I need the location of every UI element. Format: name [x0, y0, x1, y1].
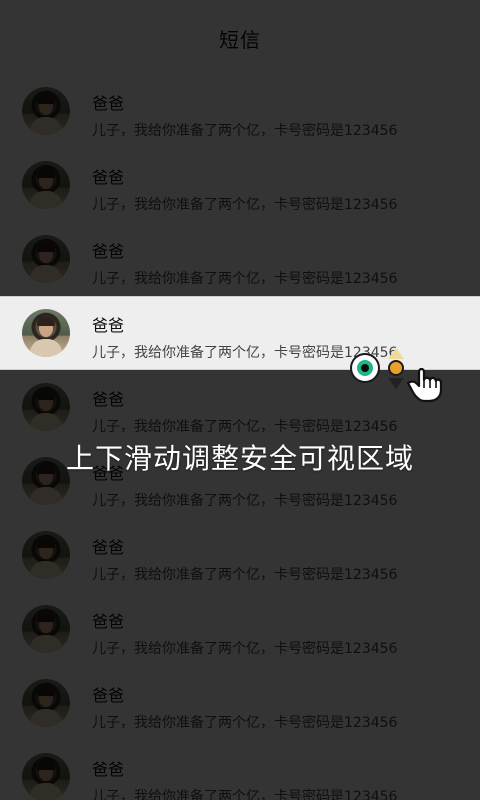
- message-preview: 儿子，我给你准备了两个亿，卡号密码是123456: [92, 789, 398, 800]
- message-preview: 儿子，我给你准备了两个亿，卡号密码是123456: [92, 567, 398, 583]
- sender-name: 爸爸: [92, 686, 125, 705]
- adjust-instruction: 上下滑动调整安全可视区域: [65, 442, 414, 475]
- message-preview: 儿子，我给你准备了两个亿，卡号密码是123456: [92, 493, 398, 509]
- adjust-handle-icon[interactable]: [386, 348, 406, 394]
- page-title: 短信: [219, 27, 261, 52]
- list-item[interactable]: 爸爸 儿子，我给你准备了两个亿，卡号密码是123456: [0, 74, 480, 148]
- message-preview: 儿子，我给你准备了两个亿，卡号密码是123456: [92, 123, 398, 139]
- message-preview: 儿子，我给你准备了两个亿，卡号密码是123456: [92, 641, 398, 657]
- list-item[interactable]: 爸爸 儿子，我给你准备了两个亿，卡号密码是123456: [0, 222, 480, 296]
- list-item[interactable]: 爸爸 儿子，我给你准备了两个亿，卡号密码是123456: [0, 666, 480, 740]
- list-item[interactable]: 爸爸 儿子，我给你准备了两个亿，卡号密码是123456: [0, 296, 480, 370]
- avatar: [22, 531, 70, 579]
- avatar: [22, 161, 70, 209]
- sender-name: 爸爸: [92, 94, 125, 113]
- list-item[interactable]: 爸爸 儿子，我给你准备了两个亿，卡号密码是123456: [0, 592, 480, 666]
- sms-screen: 短信 爸爸 儿子，我给你准备了两个亿，卡号密码是123456 爸爸 儿子，我给你…: [0, 0, 480, 800]
- avatar: [22, 605, 70, 653]
- list-item[interactable]: 爸爸 儿子，我给你准备了两个亿，卡号密码是123456: [0, 740, 480, 800]
- sender-name: 爸爸: [92, 760, 125, 779]
- avatar: [22, 679, 70, 727]
- message-preview: 儿子，我给你准备了两个亿，卡号密码是123456: [92, 197, 398, 213]
- sender-name: 爸爸: [92, 168, 125, 187]
- list-item[interactable]: 爸爸 儿子，我给你准备了两个亿，卡号密码是123456: [0, 518, 480, 592]
- message-preview: 儿子，我给你准备了两个亿，卡号密码是123456: [92, 419, 398, 435]
- sender-name: 爸爸: [92, 390, 125, 409]
- hand-pointer-icon: [406, 367, 443, 403]
- message-preview: 儿子，我给你准备了两个亿，卡号密码是123456: [92, 715, 398, 731]
- list-item[interactable]: 爸爸 儿子，我给你准备了两个亿，卡号密码是123456: [0, 148, 480, 222]
- sender-name: 爸爸: [92, 612, 125, 631]
- message-preview: 儿子，我给你准备了两个亿，卡号密码是123456: [92, 271, 398, 287]
- app-header: 短信: [0, 0, 480, 76]
- avatar: [22, 309, 70, 357]
- sender-name: 爸爸: [92, 316, 125, 335]
- avatar: [22, 753, 70, 800]
- sender-name: 爸爸: [92, 538, 125, 557]
- avatar: [22, 87, 70, 135]
- avatar: [22, 383, 70, 431]
- avatar: [22, 235, 70, 283]
- sender-name: 爸爸: [92, 242, 125, 261]
- eye-icon[interactable]: [352, 355, 378, 381]
- message-preview: 儿子，我给你准备了两个亿，卡号密码是123456: [92, 345, 398, 361]
